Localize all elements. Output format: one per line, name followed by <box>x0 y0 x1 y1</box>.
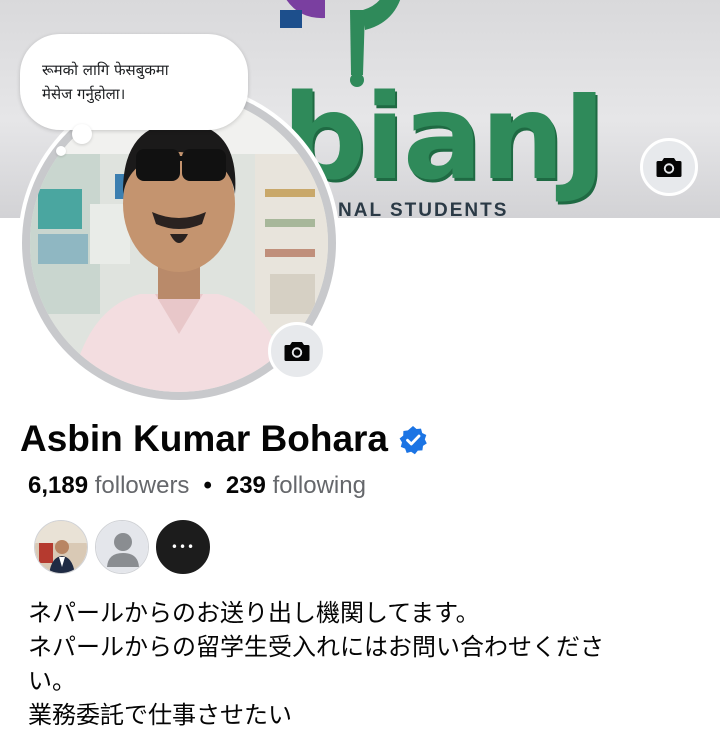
following-label: following <box>272 472 366 499</box>
follow-stats: 6,189 followers • 239 following <box>28 472 366 500</box>
profile-bio: ネパールからのお送り出し機関してます。 ネパールからの留学生受入れにはお問い合わ… <box>28 596 688 732</box>
bio-line: い。 <box>28 667 76 695</box>
following-link[interactable]: 239 following <box>226 472 366 500</box>
default-user-icon <box>96 521 148 573</box>
followers-label: followers <box>94 472 190 499</box>
mutual-friend-avatar[interactable] <box>34 520 88 574</box>
profile-name: Asbin Kumar Bohara <box>20 418 389 459</box>
followers-count: 6,189 <box>28 472 89 499</box>
more-friends-button[interactable]: ••• <box>156 520 210 574</box>
friend-photo <box>35 521 87 573</box>
followers-link[interactable]: 6,189 followers <box>28 472 189 500</box>
cover-subtitle: NAL STUDENTS <box>338 200 509 218</box>
edit-profile-picture-button[interactable] <box>268 322 326 380</box>
stats-separator: • <box>203 472 212 499</box>
bio-line: ネパールからのお送り出し機関してます。 <box>28 599 480 627</box>
camera-icon <box>284 342 310 361</box>
more-icon: ••• <box>170 540 196 554</box>
profile-name-row: Asbin Kumar Bohara <box>20 418 428 460</box>
camera-icon <box>656 158 682 177</box>
verified-badge-icon[interactable] <box>398 425 428 455</box>
following-count: 239 <box>225 472 266 499</box>
note-tail-dot-small <box>56 146 66 156</box>
mutual-friend-avatar-default[interactable] <box>95 520 149 574</box>
bio-line: 業務委託で仕事させたい <box>28 701 292 729</box>
mutual-friends-row: ••• <box>34 520 210 574</box>
cover-brand-text: bianJ <box>282 68 606 206</box>
profile-note-bubble[interactable]: रूमको लागि फेसबुकमा मेसेज गर्नुहोला। <box>20 34 248 130</box>
bio-line: ネパールからの留学生受入れにはお問い合わせくださ <box>28 633 604 661</box>
edit-cover-photo-button[interactable] <box>640 138 698 196</box>
note-tail-dot <box>72 124 92 144</box>
